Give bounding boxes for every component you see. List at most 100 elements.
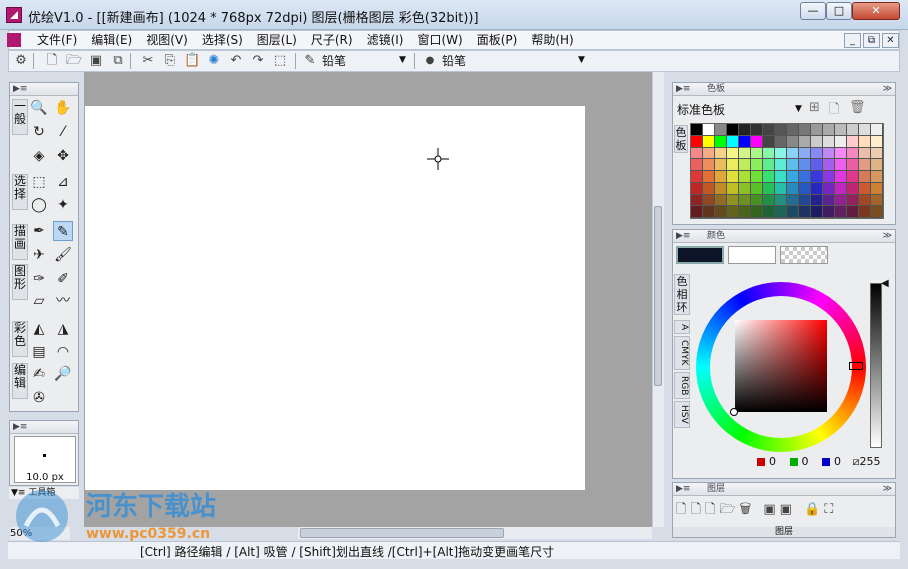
layer-toolbar-icons[interactable]: 🗋🗋🗋🗁🗑 ▣▣ 🔒⛶ [676,500,837,522]
color-swatch[interactable] [835,147,847,160]
color-swatch[interactable] [703,194,715,207]
gear-icon[interactable]: ⚙ [13,53,29,69]
minimize-button[interactable]: — [800,2,826,20]
color-swatch[interactable] [799,206,811,218]
trash-icon[interactable]: 🗑 [849,100,866,115]
tab-rgb[interactable]: RGB [674,371,690,400]
background-color[interactable] [728,246,776,264]
color-swatch[interactable] [691,194,703,207]
color-swatch[interactable] [787,159,799,171]
pencil-tool-icon[interactable]: ✎ [53,221,73,241]
tab-cmyk[interactable]: CMYK [674,336,690,370]
color-swatch[interactable] [763,147,775,160]
color-swatch[interactable] [799,147,811,160]
color-swatch[interactable] [703,206,715,218]
fill-bucket-icon[interactable]: ◭ [29,319,49,339]
menu-filter[interactable]: 滤镜(I) [360,32,411,48]
tab-edit[interactable]: 编辑 [12,363,28,399]
color-swatch[interactable] [811,135,823,148]
color-swatch[interactable] [751,124,763,136]
zoom-icon[interactable]: 🔍 [29,98,49,118]
color-swatch[interactable] [727,159,739,171]
panel-menu-icon[interactable]: ▶≡ [13,83,27,95]
color-swatch[interactable] [811,206,823,218]
color-swatch[interactable] [739,124,751,136]
color-swatch[interactable] [727,135,739,148]
watercolor-icon[interactable]: ✑ [29,269,49,289]
color-swatch[interactable] [763,194,775,207]
color-swatch[interactable] [739,206,751,218]
maximize-button[interactable]: □ [826,2,852,20]
foreground-color[interactable] [676,246,724,264]
menu-window[interactable]: 窗口(W) [410,32,469,48]
color-swatch[interactable] [787,206,799,218]
color-swatch[interactable] [703,159,715,171]
color-swatch[interactable] [751,194,763,207]
color-swatch[interactable] [847,159,859,171]
rect-select-icon[interactable]: ⬚ [29,172,49,192]
color-swatch[interactable] [727,124,739,136]
alpha-slider[interactable] [870,283,882,448]
brush-icon[interactable]: 🖌 [53,245,73,265]
color-swatch[interactable] [787,182,799,195]
mdi-close-button[interactable]: ✕ [882,33,899,48]
color-swatch[interactable] [739,182,751,195]
expand-icon[interactable]: ≫ [883,83,892,95]
close-button[interactable]: ✕ [852,2,900,20]
hue-picker[interactable] [849,362,863,370]
horizontal-scroll-thumb[interactable] [300,528,504,538]
color-swatch[interactable] [703,182,715,195]
color-swatch[interactable] [739,147,751,160]
vertical-scroll-thumb[interactable] [654,206,662,386]
cut-icon[interactable]: ✂ [140,53,156,69]
color-swatch[interactable] [739,171,751,183]
color-swatch[interactable] [775,159,787,171]
color-swatch[interactable] [835,206,847,218]
tab-hsv[interactable]: HSV [674,401,690,428]
gradient-icon[interactable]: ▤ [29,342,49,362]
color-swatch[interactable] [847,135,859,148]
color-swatch[interactable] [859,159,871,171]
mdi-minimize-button[interactable]: _ [844,33,861,48]
color-swatch[interactable] [847,124,859,136]
color-swatch[interactable] [799,159,811,171]
saturation-value-square[interactable] [735,320,827,412]
color-swatch[interactable] [787,135,799,148]
mdi-restore-button[interactable]: ⧉ [863,33,880,48]
paste-icon[interactable]: 📋 [184,53,200,69]
color-swatch[interactable] [823,124,835,136]
color-swatch[interactable] [811,124,823,136]
color-swatch[interactable] [823,194,835,207]
color-swatch[interactable] [751,171,763,183]
color-swatch[interactable] [703,171,715,183]
magnify-icon[interactable]: 🔎 [53,364,73,384]
color-swatch[interactable] [823,147,835,160]
color-swatch[interactable] [871,206,883,218]
color-swatch[interactable] [751,206,763,218]
color-swatch[interactable] [775,124,787,136]
color-swatch[interactable] [847,206,859,218]
tab-shape[interactable]: 图形 [12,264,28,300]
brush-name-select[interactable]: 铅笔 [442,52,466,70]
color-swatch[interactable] [727,171,739,183]
color-swatch[interactable] [847,171,859,183]
color-swatch[interactable] [811,147,823,160]
menu-layer[interactable]: 图层(L) [250,32,304,48]
tab-general[interactable]: 一般 [12,99,28,135]
color-swatch[interactable] [751,147,763,160]
color-swatch[interactable] [751,182,763,195]
chevron-down-icon[interactable]: ▼ [795,104,802,114]
color-swatch[interactable] [811,159,823,171]
color-swatch[interactable] [739,159,751,171]
color-swatch[interactable] [823,171,835,183]
color-swatch[interactable] [859,171,871,183]
color-swatch[interactable] [703,135,715,148]
color-swatch[interactable] [859,206,871,218]
color-swatch[interactable] [787,171,799,183]
panel-menu-icon[interactable]: ▶≡ [676,483,690,495]
color-swatch[interactable] [715,182,727,195]
color-swatch[interactable] [871,135,883,148]
chevron-down-icon[interactable]: ▼ [399,55,406,65]
color-swatch[interactable] [775,147,787,160]
color-swatch[interactable] [775,171,787,183]
